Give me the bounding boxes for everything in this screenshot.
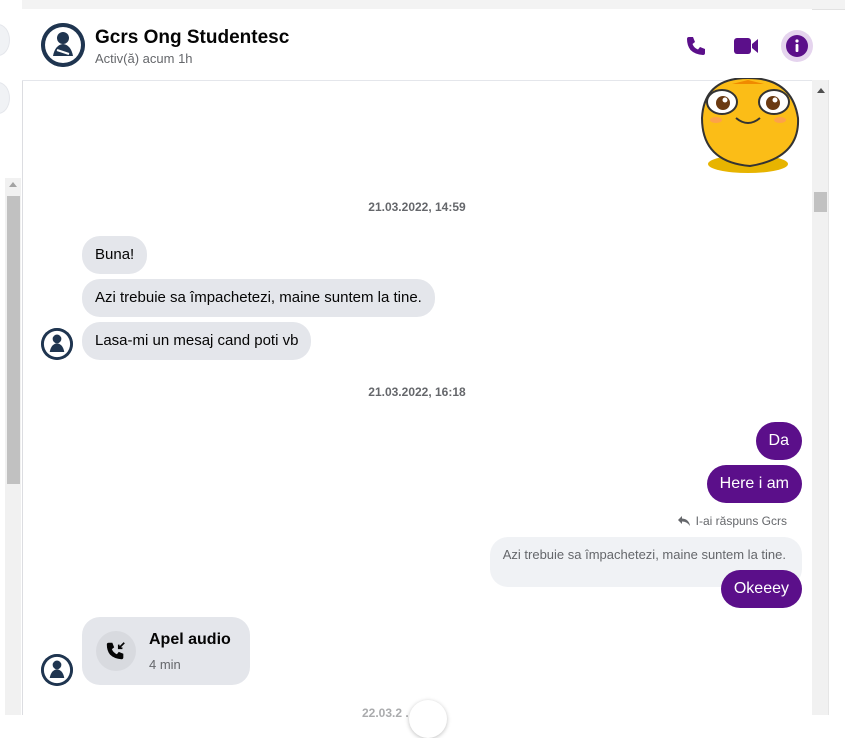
call-title: Apel audio	[149, 631, 231, 648]
avatar-logo-icon	[41, 23, 85, 67]
chat-scrollbar-thumb[interactable]	[814, 192, 827, 212]
call-duration: 4 min	[149, 657, 181, 672]
message-timestamp: 21.03.2022, 16:18	[368, 385, 466, 399]
avatar-logo-icon	[41, 328, 73, 360]
reply-indicator-text: I-ai răspuns Gcrs	[695, 514, 787, 528]
video-camera-icon[interactable]	[732, 32, 760, 60]
incoming-message[interactable]: Lasa-mi un mesaj cand poti vb	[82, 322, 312, 360]
info-button[interactable]	[781, 30, 813, 62]
sender-avatar[interactable]	[41, 654, 73, 686]
avatar[interactable]	[41, 23, 85, 67]
reply-arrow-icon	[677, 516, 690, 526]
scroll-to-bottom-button[interactable]	[409, 700, 447, 738]
audio-call-card[interactable]: Apel audio 4 min	[82, 617, 250, 685]
sticker-image[interactable]	[694, 76, 804, 174]
chat-header: Gcrs Ong Studentesc Activ(ă) acum 1h	[22, 9, 813, 81]
chat-scroll-up-arrow[interactable]	[817, 88, 825, 93]
outgoing-message[interactable]: Da	[755, 422, 802, 460]
avatar-logo-icon	[41, 654, 73, 686]
message-timestamp: 21.03.2022, 14:59	[368, 200, 466, 214]
right-edge	[828, 80, 845, 715]
sender-avatar[interactable]	[41, 328, 73, 360]
incoming-call-icon	[96, 631, 136, 671]
info-icon	[786, 35, 808, 57]
left-scrollbar-thumb[interactable]	[7, 196, 20, 484]
chat-title[interactable]: Gcrs Ong Studentesc	[95, 27, 289, 49]
left-scroll-up-arrow[interactable]	[9, 182, 17, 187]
chat-scrollbar[interactable]	[812, 80, 828, 715]
outgoing-message[interactable]: Okeeey	[720, 570, 802, 608]
active-status: Activ(ă) acum 1h	[95, 51, 193, 66]
reply-indicator: I-ai răspuns Gcrs	[677, 514, 787, 528]
phone-icon[interactable]	[682, 32, 710, 60]
incoming-message[interactable]: Azi trebuie sa împachetezi, maine suntem…	[82, 279, 435, 317]
incoming-message[interactable]: Buna!	[82, 236, 148, 274]
outgoing-message[interactable]: Here i am	[706, 465, 802, 503]
